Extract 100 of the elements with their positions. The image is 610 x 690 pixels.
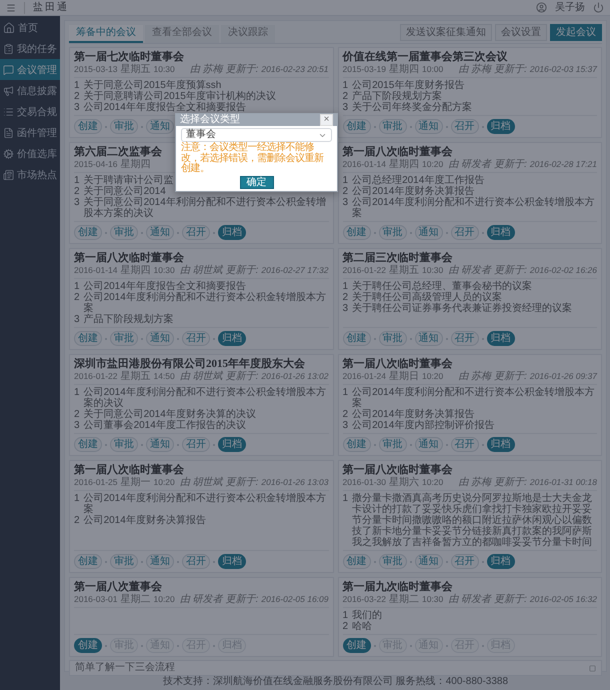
updated-time: 2016-02-28 17:21 xyxy=(530,159,597,170)
toolbar-button[interactable]: 会议设置 xyxy=(495,24,547,41)
workflow-step[interactable]: 创建 xyxy=(74,554,102,569)
workflow-step[interactable]: 审批 xyxy=(110,437,138,452)
workflow-step[interactable]: 召开 xyxy=(182,331,210,346)
agenda-item: 关于同意公司2014年利润分配和不进行资本公积金转增股本方案的决议 xyxy=(84,197,327,219)
workflow-step[interactable]: 归档 xyxy=(486,225,514,240)
user-name[interactable]: 吴子扬 xyxy=(555,2,585,14)
tab[interactable]: 筹备中的会议 xyxy=(69,25,143,43)
meeting-date: 2016-03-01 xyxy=(74,594,118,605)
workflow-step[interactable]: 通知 xyxy=(146,119,174,134)
item-number: 2 xyxy=(342,186,348,197)
workflow-step[interactable]: 通知 xyxy=(146,225,174,240)
updated-time: 2016-02-23 20:51 xyxy=(261,64,328,75)
sidebar-item[interactable]: 我的任务 xyxy=(0,38,60,59)
workflow-step[interactable]: 通知 xyxy=(414,437,442,452)
updated-label: 更新于: xyxy=(494,594,527,605)
author-label: 由 苏梅 xyxy=(458,64,492,75)
workflow-step[interactable]: 审批 xyxy=(378,225,406,240)
primary-button[interactable]: 发起会议 xyxy=(550,24,602,41)
workflow-step[interactable]: 归档 xyxy=(218,225,246,240)
item-number: 2 xyxy=(74,409,80,420)
workflow-step[interactable]: 创建 xyxy=(342,331,370,346)
sidebar-item[interactable]: 信息披露 xyxy=(0,80,60,101)
warning-text: 注意：会议类型一经选择不能修改，若选择错误，需删除会议重新创建。 xyxy=(181,143,324,174)
workflow-step[interactable]: 归档 xyxy=(486,119,514,134)
workflow-step[interactable]: 通知 xyxy=(414,331,442,346)
agenda-item: 我们的 xyxy=(352,610,382,621)
workflow-step[interactable]: 审批 xyxy=(110,554,138,569)
meeting-date: 2016-03-22 xyxy=(342,594,386,605)
sidebar-item[interactable]: 价值选库 xyxy=(0,143,60,164)
agenda-item: 公司2014年年度报告全文和摘要报告 xyxy=(84,102,246,113)
workflow-step[interactable]: 通知 xyxy=(146,437,174,452)
agenda-item: 关于聘请审计公司监 xyxy=(84,175,174,186)
workflow-step[interactable]: 召开 xyxy=(182,225,210,240)
sidebar-item[interactable]: 会议管理 xyxy=(0,59,60,80)
agenda-item: 公司2014年度财务决算报告 xyxy=(352,409,474,420)
tab[interactable]: 查看全部会议 xyxy=(145,25,219,43)
workflow-step[interactable]: 创建 xyxy=(342,437,370,452)
workflow-step[interactable]: 召开 xyxy=(182,554,210,569)
workflow-step[interactable]: 召开 xyxy=(450,119,478,134)
workflow-step[interactable]: 创建 xyxy=(74,437,102,452)
workflow-step[interactable]: 归档 xyxy=(486,331,514,346)
confirm-button[interactable]: 确定 xyxy=(240,176,274,188)
workflow-step[interactable]: 创建 xyxy=(74,119,102,134)
workflow-step[interactable]: 召开 xyxy=(450,554,478,569)
workflow-step[interactable]: 召开 xyxy=(450,225,478,240)
workflow-step[interactable]: 通知 xyxy=(414,225,442,240)
item-number: 3 xyxy=(342,420,348,431)
clipboard-icon xyxy=(3,42,14,54)
power-icon[interactable] xyxy=(593,2,604,13)
workflow-step[interactable]: 审批 xyxy=(378,554,406,569)
agenda-item: 公司总经理2014年度工作报告 xyxy=(352,175,484,186)
item-number: 3 xyxy=(74,420,80,431)
meeting-date: 2016-01-14 xyxy=(74,265,118,276)
workflow-step[interactable]: 创建 xyxy=(342,225,370,240)
toolbar-button[interactable]: 发送议案征集通知 xyxy=(400,24,492,41)
workflow-step[interactable]: 召开 xyxy=(450,437,478,452)
workflow-step[interactable]: 归档 xyxy=(486,554,514,569)
agenda-item: 公司2014年年度报告全文和摘要报告 xyxy=(84,281,246,292)
workflow-step[interactable]: 创建 xyxy=(342,119,370,134)
author-label: 由 苏梅 xyxy=(458,371,492,382)
workflow-step[interactable]: 召开 xyxy=(182,437,210,452)
meeting-time: 10:20 xyxy=(153,594,175,605)
workflow-step[interactable]: 创建 xyxy=(74,331,102,346)
workflow-step[interactable]: 通知 xyxy=(414,119,442,134)
workflow-step[interactable]: 创建 xyxy=(74,225,102,240)
workflow-step[interactable]: 审批 xyxy=(378,119,406,134)
workflow-step[interactable]: 归档 xyxy=(218,437,246,452)
sidebar-item[interactable]: 首页 xyxy=(0,17,60,38)
workflow-step[interactable]: 归档 xyxy=(486,437,514,452)
workflow-step[interactable]: 召开 xyxy=(450,331,478,346)
sidebar-label: 交易合规 xyxy=(17,106,57,118)
workflow-step[interactable]: 创建 xyxy=(342,554,370,569)
sidebar-item[interactable]: 交易合规 xyxy=(0,101,60,122)
sidebar-item[interactable]: 市场热点 xyxy=(0,164,60,185)
close-button[interactable]: × xyxy=(320,114,333,126)
meeting-time: 10:20 xyxy=(153,477,175,488)
tab[interactable]: 决议跟踪 xyxy=(221,25,275,43)
process-hint-bar[interactable]: 简单了解一下三会流程 xyxy=(69,660,602,676)
workflow-step[interactable]: 通知 xyxy=(414,554,442,569)
workflow-step[interactable]: 通知 xyxy=(146,554,174,569)
gear-icon xyxy=(3,148,14,160)
menu-icon[interactable] xyxy=(6,2,16,12)
workflow-step[interactable]: 归档 xyxy=(218,331,246,346)
meeting-title: 第一届八次临时董事会 xyxy=(342,146,452,158)
home-icon xyxy=(3,22,15,34)
workflow-step[interactable]: 审批 xyxy=(110,331,138,346)
workflow-step[interactable]: 审批 xyxy=(378,331,406,346)
workflow-step[interactable]: 审批 xyxy=(110,225,138,240)
workflow-step[interactable]: 通知 xyxy=(146,331,174,346)
workflow-step[interactable]: 审批 xyxy=(110,119,138,134)
workflow-step[interactable]: 审批 xyxy=(378,437,406,452)
workflow-step[interactable]: 归档 xyxy=(218,554,246,569)
updated-label: 更新于: xyxy=(494,159,527,170)
workflow-step[interactable]: 创建 xyxy=(74,638,102,653)
meeting-weekday: 星期四 xyxy=(388,64,419,75)
sidebar-item[interactable]: 函件管理 xyxy=(0,122,60,143)
meeting-type-select[interactable]: 董事会 xyxy=(181,128,332,142)
workflow-step[interactable]: 创建 xyxy=(342,638,370,653)
